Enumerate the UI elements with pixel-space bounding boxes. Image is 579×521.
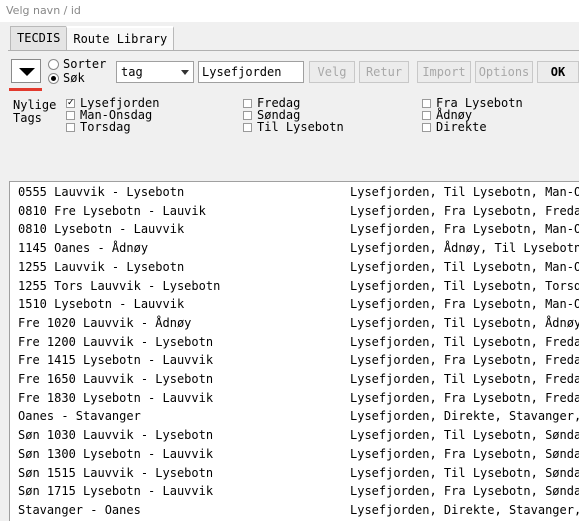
route-name: Søn 1300 Lysebotn - Lauvvik — [18, 446, 214, 461]
route-tags: Lysefjorden, Fra Lysebotn, Fredag, R... — [350, 390, 579, 405]
route-tags: Lysefjorden, Til Lysebotn, Man-Onsda... — [350, 185, 579, 199]
tag-label: Torsdag — [80, 120, 131, 134]
options-button[interactable]: Options — [475, 61, 533, 83]
route-tags: Lysefjorden, Til Lysebotn, Søndag, Ru... — [350, 428, 579, 443]
list-item[interactable]: Søn 1030 Lauvvik - Lysebotn Lysefjorden, … — [10, 427, 579, 444]
route-tags: Lysefjorden, Til Lysebotn, Man-Onsda... — [350, 259, 579, 274]
list-item[interactable]: 0810 Fre Lysebotn - Lauvik Lysefjorden, F… — [10, 203, 579, 220]
checkbox[interactable] — [422, 122, 431, 132]
radio-search-circle[interactable] — [48, 72, 59, 84]
radio-search-label: Søk — [63, 71, 85, 85]
list-item[interactable]: Søn 1715 Lysebotn - Lauvvik Lysefjorden, … — [10, 483, 579, 500]
list-item[interactable]: 1510 Lysebotn - Lauvvik Lysefjorden, Fra … — [10, 296, 579, 313]
route-tags: Lysefjorden, Fra Lysebotn, Søndag, R... — [350, 446, 579, 461]
route-tags: Lysefjorden, Direkte, Stavanger, Ro... — [350, 409, 579, 424]
route-tags: Lysefjorden, Fra Lysebotn, Søndag, R... — [350, 484, 579, 499]
list-item[interactable]: 1255 Tors Lauvvik - Lysebotn Lysefjorden,… — [10, 278, 579, 295]
route-tags: Lysefjorden, Til Lysebotn, Torsdag, R... — [350, 278, 579, 293]
list-item[interactable]: 1255 Lauvvik - Lysebotn Lysefjorden, Til … — [10, 259, 579, 276]
list-item[interactable]: Fre 1415 Lysebotn - Lauvvik Lysefjorden, … — [10, 352, 579, 369]
route-name: Fre 1020 Lauvvik - Ådnøy — [18, 315, 192, 330]
tab-route-library[interactable]: Route Library — [66, 26, 175, 50]
route-name: 1255 Tors Lauvvik - Lysebotn — [18, 278, 221, 293]
route-name: 1255 Lauvvik - Lysebotn — [18, 259, 185, 274]
tab-panel-border — [8, 50, 579, 51]
route-name: 1145 Oanes - Ådnøy — [18, 241, 149, 256]
back-button[interactable]: Retur — [359, 61, 409, 83]
search-field-value: tag — [121, 65, 143, 79]
recent-tags-label: Nylige Tags — [13, 99, 56, 125]
triangle-down-icon — [19, 68, 35, 76]
route-name: Søn 1715 Lysebotn - Lauvvik — [18, 484, 214, 499]
checkbox[interactable] — [422, 98, 431, 108]
checkbox[interactable] — [243, 122, 252, 132]
route-tags: Lysefjorden, Fra Lysebotn, Man-Onsd... — [350, 297, 579, 312]
tag-torsdag[interactable]: Torsdag — [66, 121, 131, 133]
checkbox[interactable] — [422, 110, 431, 120]
route-tags: Lysefjorden, Til Lysebotn, Fredag, Ru... — [350, 372, 579, 386]
route-tags: Lysefjorden, Til Lysebotn, Søndag, Ru... — [350, 465, 579, 480]
search-field-select[interactable]: tag — [116, 61, 194, 83]
list-item[interactable]: Stavanger - Oanes Lysefjorden, Direkte, S… — [10, 502, 579, 519]
checkbox[interactable] — [243, 110, 252, 120]
tag-direkte[interactable]: Direkte — [422, 121, 487, 133]
route-name: Søn 1030 Lauvvik - Lysebotn — [18, 428, 214, 443]
route-name: 1510 Lysebotn - Lauvvik — [18, 297, 185, 312]
route-tags: Lysefjorden, Til Lysebotn, Fredag, Ru... — [350, 334, 579, 349]
list-item[interactable]: Søn 1300 Lysebotn - Lauvvik Lysefjorden, … — [10, 446, 579, 463]
select-button[interactable]: Velg — [309, 61, 355, 83]
route-tags: Lysefjorden, Fra Lysebotn, Fredag, R... — [350, 353, 579, 368]
route-name: Fre 1650 Lauvvik - Lysebotn — [18, 372, 214, 386]
route-name: Fre 1415 Lysebotn - Lauvvik — [18, 353, 214, 368]
route-name: 0555 Lauvvik - Lysebotn — [18, 185, 185, 199]
radio-sort[interactable]: Sorter — [48, 58, 106, 70]
checkbox[interactable] — [66, 122, 75, 132]
window-title: Velg navn / id — [0, 0, 579, 22]
tag-label: Til Lysebotn — [257, 120, 344, 134]
list-item[interactable]: Fre 1830 Lysebotn - Lauvvik Lysefjorden, … — [10, 390, 579, 407]
list-item[interactable]: Fre 1650 Lauvvik - Lysebotn Lysefjorden, … — [10, 371, 579, 388]
checkbox[interactable] — [66, 110, 75, 120]
list-item[interactable]: 0555 Lauvvik - Lysebotn Lysefjorden, Til … — [10, 184, 579, 201]
route-name: 0810 Lysebotn - Lauvvik — [18, 222, 185, 237]
route-name: Søn 1515 Lauvvik - Lysebotn — [18, 465, 214, 480]
list-item[interactable]: Fre 1020 Lauvvik - Ådnøy Lysefjorden, Til… — [10, 315, 579, 332]
list-item[interactable]: 0810 Lysebotn - Lauvvik Lysefjorden, Fra … — [10, 221, 579, 238]
list-item[interactable]: 1145 Oanes - Ådnøy Lysefjorden, Ådnøy, Ti… — [10, 240, 579, 257]
focus-underline — [9, 88, 42, 91]
tag-til-lysebotn[interactable]: Til Lysebotn — [243, 121, 344, 133]
route-list[interactable]: 0555 Lauvvik - Lysebotn Lysefjorden, Til … — [9, 181, 579, 521]
list-item[interactable]: Oanes - Stavanger Lysefjorden, Direkte, S… — [10, 408, 579, 425]
route-name: Fre 1200 Lauvvik - Lysebotn — [18, 334, 214, 349]
search-input[interactable] — [198, 61, 304, 83]
chevron-down-icon — [181, 70, 189, 75]
ok-button[interactable]: OK — [537, 61, 579, 83]
radio-sort-label: Sorter — [63, 57, 107, 71]
route-name: Fre 1830 Lysebotn - Lauvvik — [18, 390, 214, 405]
tab-tecdis[interactable]: TECDIS — [10, 26, 68, 50]
route-tags: Lysefjorden, Ådnøy, Til Lysebotn, Ma... — [350, 241, 579, 256]
recent-tags-label-line2: Tags — [13, 111, 42, 125]
route-tags: Lysefjorden, Direkte, Stavanger, Ro... — [350, 502, 579, 517]
dropdown-button[interactable] — [11, 59, 41, 83]
route-name: Oanes - Stavanger — [18, 409, 141, 424]
tab-bar: TECDIS Route Library — [10, 26, 175, 50]
route-tags: Lysefjorden, Til Lysebotn, Ådnøy, Fre... — [350, 315, 579, 330]
route-tags: Lysefjorden, Fra Lysebotn, Man-Onsd... — [350, 222, 579, 237]
radio-search[interactable]: Søk — [48, 72, 85, 84]
list-item[interactable]: Søn 1515 Lauvvik - Lysebotn Lysefjorden, … — [10, 465, 579, 482]
checkbox[interactable] — [243, 98, 252, 108]
list-item[interactable]: Fre 1200 Lauvvik - Lysebotn Lysefjorden, … — [10, 334, 579, 351]
route-name: Stavanger - Oanes — [18, 502, 141, 517]
import-button[interactable]: Import — [417, 61, 471, 83]
tag-label: Direkte — [436, 120, 487, 134]
route-tags: Lysefjorden, Fra Lysebotn, Fredag, R... — [350, 203, 579, 218]
radio-sort-circle[interactable] — [48, 58, 59, 70]
checkbox[interactable] — [66, 97, 75, 109]
route-name: 0810 Fre Lysebotn - Lauvik — [18, 203, 206, 218]
